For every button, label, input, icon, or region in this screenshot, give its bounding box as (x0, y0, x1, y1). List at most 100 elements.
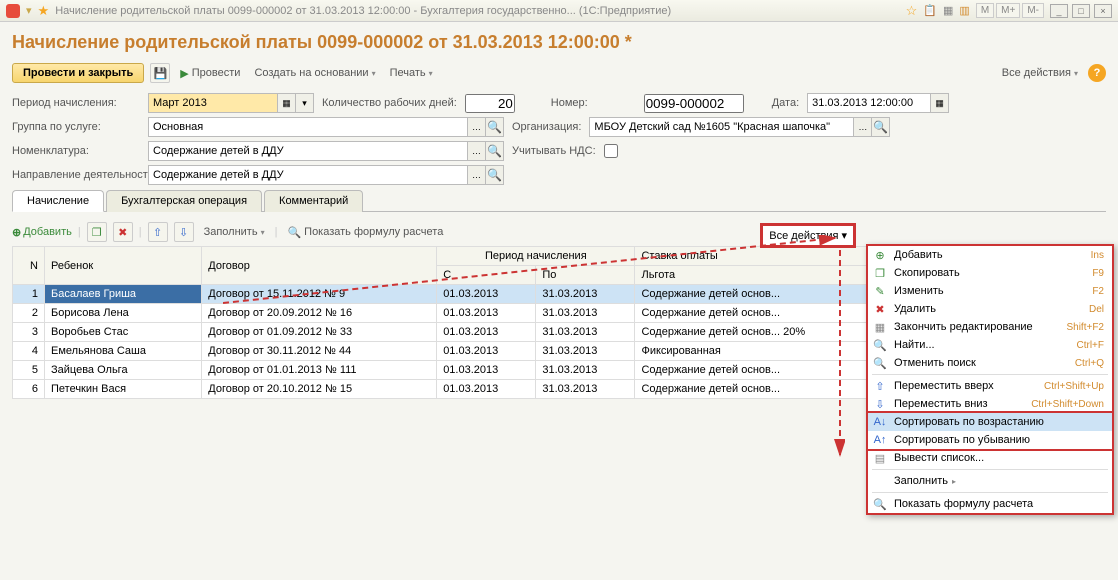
favorite-icon[interactable]: ★ (38, 3, 50, 19)
cell-to[interactable]: 31.03.2013 (536, 304, 635, 323)
cell-child[interactable]: Петечкин Вася (45, 380, 202, 399)
add-button[interactable]: ⊕Добавить (12, 226, 72, 239)
cell-child[interactable]: Емельянова Саша (45, 342, 202, 361)
ellipsis-icon[interactable]: … (468, 117, 486, 137)
move-down-icon[interactable]: ⇩ (174, 222, 194, 242)
col-child[interactable]: Ребенок (45, 247, 202, 285)
cell-contract[interactable]: Договор от 20.09.2012 № 16 (202, 304, 437, 323)
cell-rate[interactable]: Содержание детей основ... (635, 380, 892, 399)
move-up-icon[interactable]: ⇧ (148, 222, 168, 242)
col-rate[interactable]: Ставка оплаты (635, 247, 892, 266)
cell-contract[interactable]: Договор от 30.11.2012 № 44 (202, 342, 437, 361)
m-plus-button[interactable]: M+ (996, 3, 1020, 18)
activity-field[interactable] (148, 165, 468, 185)
dropdown-icon[interactable]: ▾ (26, 4, 32, 17)
menu-end-edit[interactable]: ▦Закончить редактированиеShift+F2 (868, 318, 1112, 336)
cell-to[interactable]: 31.03.2013 (536, 342, 635, 361)
menu-fill[interactable]: Заполнить▸ (868, 472, 1112, 490)
col-contract[interactable]: Договор (202, 247, 437, 285)
cell-from[interactable]: 01.03.2013 (437, 361, 536, 380)
ellipsis-icon[interactable]: … (468, 141, 486, 161)
ellipsis-icon[interactable]: … (854, 117, 872, 137)
fill-button[interactable]: Заполнить▾ (200, 224, 269, 240)
menu-sort-asc[interactable]: A↓Сортировать по возрастанию (868, 413, 1112, 431)
cell-to[interactable]: 31.03.2013 (536, 361, 635, 380)
cell-n[interactable]: 3 (13, 323, 45, 342)
maximize-button[interactable]: □ (1072, 4, 1090, 18)
star-icon[interactable]: ☆ (906, 3, 918, 19)
search-icon[interactable]: 🔍 (486, 141, 504, 161)
cell-child[interactable]: Воробьев Стас (45, 323, 202, 342)
cell-child[interactable]: Зайцева Ольга (45, 361, 202, 380)
process-button[interactable]: ▶Провести (176, 65, 244, 82)
cell-n[interactable]: 2 (13, 304, 45, 323)
delete-icon[interactable]: ✖ (113, 222, 133, 242)
calendar-icon[interactable]: ▥ (959, 4, 969, 17)
cell-child[interactable]: Борисова Лена (45, 304, 202, 323)
cell-to[interactable]: 31.03.2013 (536, 285, 635, 304)
calculator-icon[interactable]: ▦ (943, 4, 953, 17)
dropdown-icon[interactable]: ▾ (296, 93, 314, 113)
menu-output[interactable]: ▤Вывести список... (868, 449, 1112, 467)
ellipsis-icon[interactable]: … (468, 165, 486, 185)
calendar-picker-icon[interactable]: ▦ (278, 93, 296, 113)
menu-delete[interactable]: ✖УдалитьDel (868, 300, 1112, 318)
create-based-button[interactable]: Создать на основании▾ (250, 65, 379, 81)
cell-contract[interactable]: Договор от 01.09.2012 № 33 (202, 323, 437, 342)
service-group-field[interactable] (148, 117, 468, 137)
col-period[interactable]: Период начисления (437, 247, 635, 266)
calendar-icon[interactable]: ▦ (931, 93, 949, 113)
cell-child[interactable]: Басалаев Гриша (45, 285, 202, 304)
menu-sort-desc[interactable]: A↑Сортировать по убыванию (868, 431, 1112, 449)
nomen-field[interactable] (148, 141, 468, 161)
all-actions-top[interactable]: Все действия▾ (998, 65, 1082, 81)
menu-add[interactable]: ⊕ДобавитьIns (868, 246, 1112, 264)
cell-from[interactable]: 01.03.2013 (437, 304, 536, 323)
cell-n[interactable]: 5 (13, 361, 45, 380)
cell-to[interactable]: 31.03.2013 (536, 380, 635, 399)
cell-rate[interactable]: Содержание детей основ... (635, 285, 892, 304)
vat-checkbox[interactable] (604, 144, 618, 158)
minimize-button[interactable]: _ (1050, 4, 1068, 18)
period-field[interactable]: Март 2013 (148, 93, 278, 113)
menu-find[interactable]: 🔍Найти...Ctrl+F (868, 336, 1112, 354)
cell-rate[interactable]: Содержание детей основ... (635, 361, 892, 380)
tab-accrual[interactable]: Начисление (12, 190, 104, 212)
cell-from[interactable]: 01.03.2013 (437, 380, 536, 399)
clipboard-icon[interactable]: 📋 (923, 4, 937, 17)
date-field[interactable] (807, 93, 931, 113)
cell-from[interactable]: 01.03.2013 (437, 323, 536, 342)
help-icon[interactable]: ? (1088, 64, 1106, 82)
cell-to[interactable]: 31.03.2013 (536, 323, 635, 342)
menu-cancel-find[interactable]: 🔍Отменить поискCtrl+Q (868, 354, 1112, 372)
tab-accounting[interactable]: Бухгалтерская операция (106, 190, 262, 212)
menu-move-up[interactable]: ⇧Переместить вверхCtrl+Shift+Up (868, 377, 1112, 395)
cell-contract[interactable]: Договор от 20.10.2012 № 15 (202, 380, 437, 399)
m-minus-button[interactable]: M- (1022, 3, 1044, 18)
menu-edit[interactable]: ✎ИзменитьF2 (868, 282, 1112, 300)
cell-n[interactable]: 1 (13, 285, 45, 304)
menu-formula[interactable]: 🔍Показать формулу расчета (868, 495, 1112, 513)
cell-rate[interactable]: Фиксированная (635, 342, 892, 361)
menu-move-down[interactable]: ⇩Переместить внизCtrl+Shift+Down (868, 395, 1112, 413)
workdays-field[interactable] (465, 94, 515, 113)
cell-from[interactable]: 01.03.2013 (437, 285, 536, 304)
cell-n[interactable]: 4 (13, 342, 45, 361)
search-icon[interactable]: 🔍 (872, 117, 890, 137)
save-icon[interactable]: 💾 (150, 63, 170, 83)
formula-button[interactable]: 🔍Показать формулу расчета (283, 224, 447, 241)
cell-from[interactable]: 01.03.2013 (437, 342, 536, 361)
process-and-close-button[interactable]: Провести и закрыть (12, 63, 144, 83)
cell-contract[interactable]: Договор от 01.01.2013 № 111 (202, 361, 437, 380)
close-button[interactable]: × (1094, 4, 1112, 18)
cell-n[interactable]: 6 (13, 380, 45, 399)
m-button[interactable]: M (976, 3, 994, 18)
col-to[interactable]: По (536, 266, 635, 285)
all-actions-button[interactable]: Все действия▾ (760, 223, 856, 248)
cell-rate[interactable]: Содержание детей основ... 20% (635, 323, 892, 342)
search-icon[interactable]: 🔍 (486, 117, 504, 137)
col-benefit[interactable]: Льгота (635, 266, 892, 285)
col-from[interactable]: С (437, 266, 536, 285)
copy-icon[interactable]: ❐ (87, 222, 107, 242)
col-n[interactable]: N (13, 247, 45, 285)
